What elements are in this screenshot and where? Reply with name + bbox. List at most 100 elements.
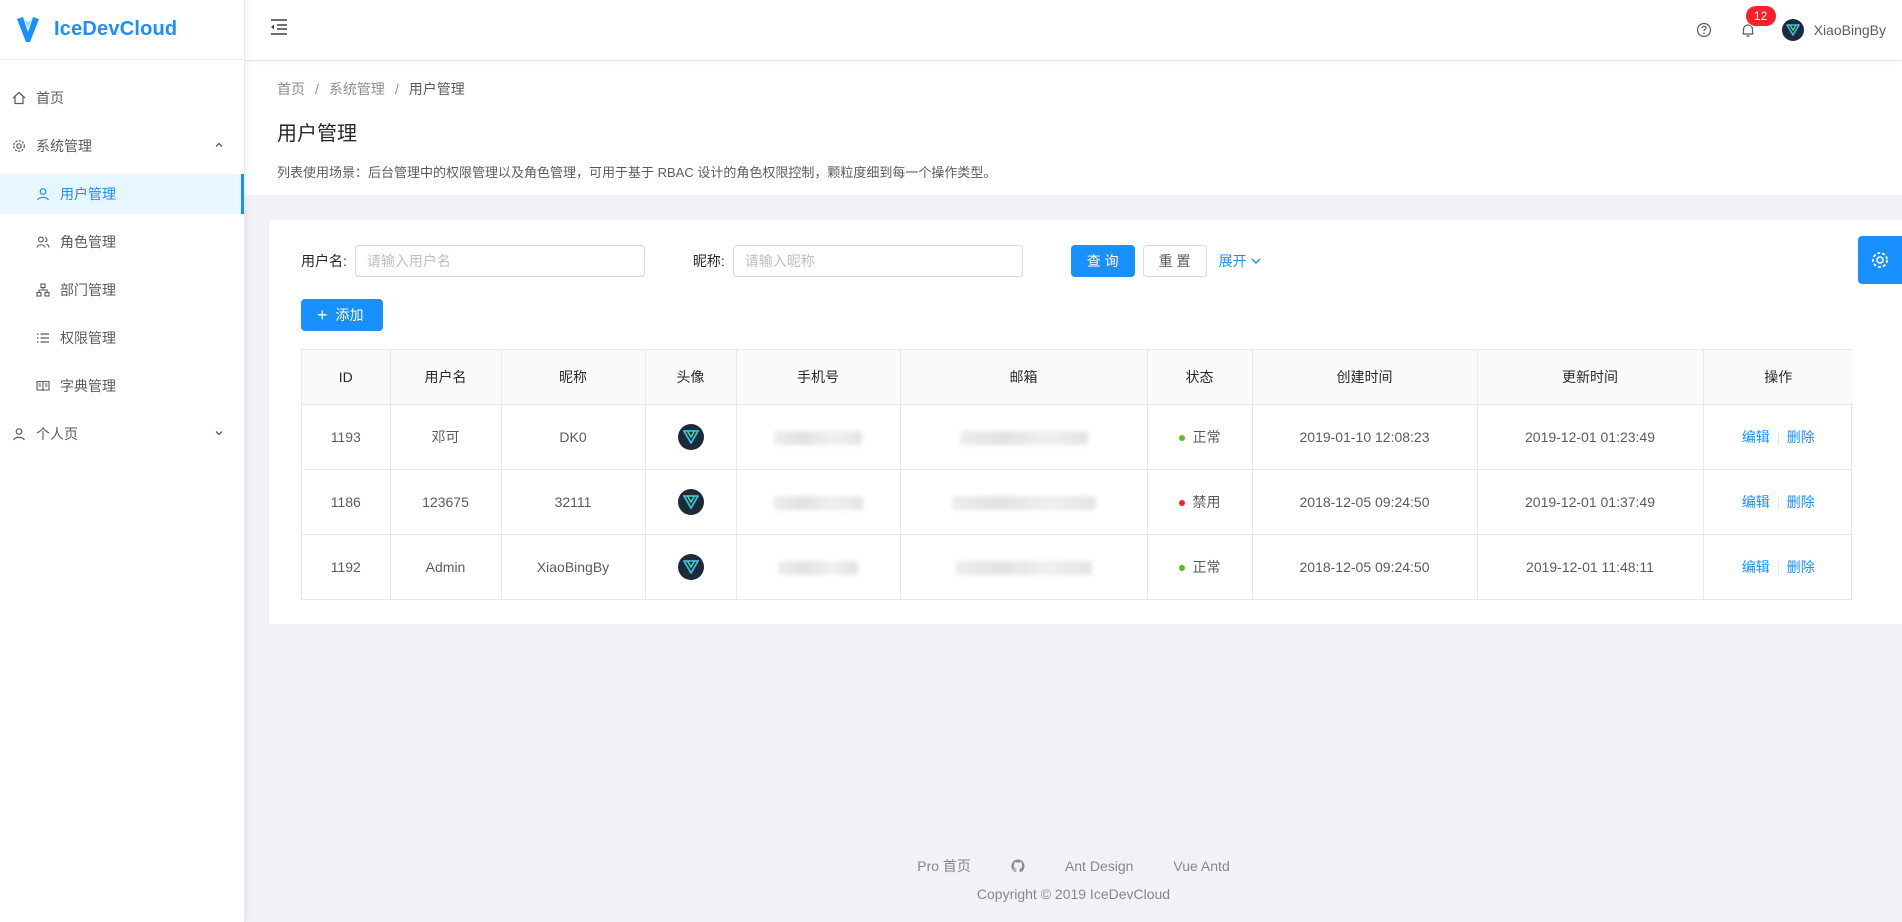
chevron-down-icon [1251, 258, 1261, 264]
divider [1777, 430, 1779, 445]
cell-status: 禁用 [1147, 469, 1253, 535]
sidebar-item-label: 权限管理 [60, 330, 116, 346]
notification-button[interactable]: 12 [1738, 6, 1776, 40]
delete-link[interactable]: 删除 [1787, 559, 1815, 575]
page-title: 用户管理 [277, 123, 357, 145]
search-form: 用户名: 昵称: 查 询 重 置 展开 [301, 244, 1262, 278]
team-icon [36, 235, 50, 249]
home-icon [12, 91, 26, 105]
footer-link-vue-antd[interactable]: Vue Antd [1173, 858, 1229, 874]
cell-actions: 编辑 删除 [1703, 469, 1853, 535]
page-description: 列表使用场景：后台管理中的权限管理以及角色管理，可用于基于 RBAC 设计的角色… [277, 165, 997, 180]
menu-fold-icon[interactable] [269, 18, 289, 36]
cell-nickname: XiaoBingBy [501, 534, 646, 599]
breadcrumb-item-home[interactable]: 首页 [277, 79, 305, 99]
breadcrumb-item-current: 用户管理 [408, 81, 465, 97]
table-row: 1193 邓可 DK0 正常 2019-01-10 12:08:23 2019-… [302, 404, 1853, 470]
vue-logo-icon [682, 559, 699, 574]
sidebar-item-dictionary[interactable]: 字典管理 [0, 366, 244, 406]
username-input[interactable] [354, 245, 645, 277]
add-button-label: 添加 [335, 307, 364, 323]
sidebar: IceDevCloud 首页 系统管理 用户管理 角色管理 部门管理 权限管理 [0, 0, 245, 922]
delete-link[interactable]: 删除 [1787, 494, 1815, 510]
list-icon [36, 331, 50, 345]
footer-link-ant-design[interactable]: Ant Design [1065, 858, 1133, 874]
header-actions: 12 XiaoBingBy [1694, 0, 1886, 60]
username-label: 用户名: [301, 253, 347, 269]
cell-username: Admin [390, 534, 502, 599]
sidebar-item-permissions[interactable]: 权限管理 [0, 318, 244, 358]
setting-icon [12, 139, 26, 153]
footer-link-pro-home[interactable]: Pro 首页 [917, 856, 971, 876]
plus-icon: + [317, 305, 328, 325]
question-circle-icon [1696, 22, 1711, 38]
page-header: 首页 / 系统管理 / 用户管理 用户管理 列表使用场景：后台管理中的权限管理以… [245, 61, 1902, 195]
sidebar-item-label: 部门管理 [60, 282, 116, 298]
app-name: IceDevCloud [54, 18, 178, 40]
footer-links: Pro 首页 Ant Design Vue Antd [245, 856, 1902, 876]
redacted-phone [778, 560, 858, 575]
vue-logo-icon [1785, 24, 1800, 36]
query-button[interactable]: 查 询 [1070, 245, 1135, 277]
sidebar-item-profile[interactable]: 个人页 [0, 414, 244, 454]
footer: Pro 首页 Ant Design Vue Antd Copyright © 2… [245, 856, 1902, 902]
divider [1777, 561, 1779, 576]
github-icon [1011, 859, 1025, 873]
cell-created: 2019-01-10 12:08:23 [1252, 404, 1478, 470]
nickname-label: 昵称: [692, 253, 725, 269]
sidebar-item-departments[interactable]: 部门管理 [0, 270, 244, 310]
sidebar-item-roles[interactable]: 角色管理 [0, 222, 244, 262]
sidebar-item-label: 个人页 [36, 426, 78, 442]
breadcrumb-separator: / [394, 81, 399, 97]
cell-created: 2018-12-05 09:24:50 [1252, 534, 1478, 599]
cell-username: 123675 [390, 469, 502, 535]
user-table: ID 用户名 昵称 头像 手机号 邮箱 状态 创建时间 更新时间 操作 1193… [301, 349, 1853, 600]
divider [1777, 495, 1779, 510]
delete-link[interactable]: 删除 [1787, 429, 1815, 445]
cell-actions: 编辑 删除 [1703, 534, 1853, 599]
cell-created: 2018-12-05 09:24:50 [1252, 469, 1478, 535]
breadcrumb: 首页 / 系统管理 / 用户管理 [277, 79, 1902, 99]
avatar [677, 423, 704, 450]
content-card: 用户名: 昵称: 查 询 重 置 展开 + 添加 ID 用户名 昵称 [269, 220, 1902, 624]
cell-id: 1192 [302, 534, 391, 599]
column-header: 昵称 [501, 350, 646, 405]
table-row: 1192 Admin XiaoBingBy 正常 2018-12-05 09:2… [302, 534, 1853, 599]
user-icon [36, 187, 50, 201]
nickname-input[interactable] [732, 245, 1023, 277]
cell-avatar [645, 469, 737, 535]
redacted-email [959, 430, 1088, 445]
notification-badge: 12 [1745, 6, 1776, 26]
status-dot [1178, 499, 1185, 506]
logo[interactable]: IceDevCloud [0, 0, 244, 60]
username: XiaoBingBy [1813, 22, 1886, 38]
help-button[interactable] [1694, 20, 1714, 40]
sidebar-item-label: 字典管理 [60, 378, 116, 394]
user-menu[interactable]: XiaoBingBy [1781, 19, 1886, 41]
column-header: 用户名 [390, 350, 502, 405]
sidebar-item-users[interactable]: 用户管理 [0, 174, 244, 214]
cell-status: 正常 [1147, 534, 1253, 599]
cell-nickname: DK0 [501, 404, 646, 470]
sidebar-item-label: 系统管理 [36, 138, 92, 154]
expand-toggle[interactable]: 展开 [1219, 251, 1262, 271]
column-header: 状态 [1147, 350, 1253, 405]
add-user-button[interactable]: + 添加 [301, 299, 383, 331]
book-icon [36, 379, 50, 393]
cell-status: 正常 [1147, 404, 1253, 470]
sidebar-item-system[interactable]: 系统管理 [0, 126, 244, 166]
status-text: 禁用 [1192, 493, 1221, 510]
cell-id: 1186 [302, 469, 391, 535]
breadcrumb-item-system[interactable]: 系统管理 [329, 79, 385, 99]
github-link[interactable] [1011, 859, 1025, 873]
reset-button[interactable]: 重 置 [1142, 245, 1207, 277]
status-text: 正常 [1192, 428, 1221, 445]
redacted-phone [774, 430, 862, 445]
edit-link[interactable]: 编辑 [1742, 559, 1770, 575]
chevron-down-icon [215, 431, 223, 436]
edit-link[interactable]: 编辑 [1742, 494, 1770, 510]
edit-link[interactable]: 编辑 [1742, 429, 1770, 445]
settings-drawer-button[interactable] [1858, 236, 1902, 284]
sidebar-item-home[interactable]: 首页 [0, 78, 244, 118]
avatar [677, 553, 704, 580]
